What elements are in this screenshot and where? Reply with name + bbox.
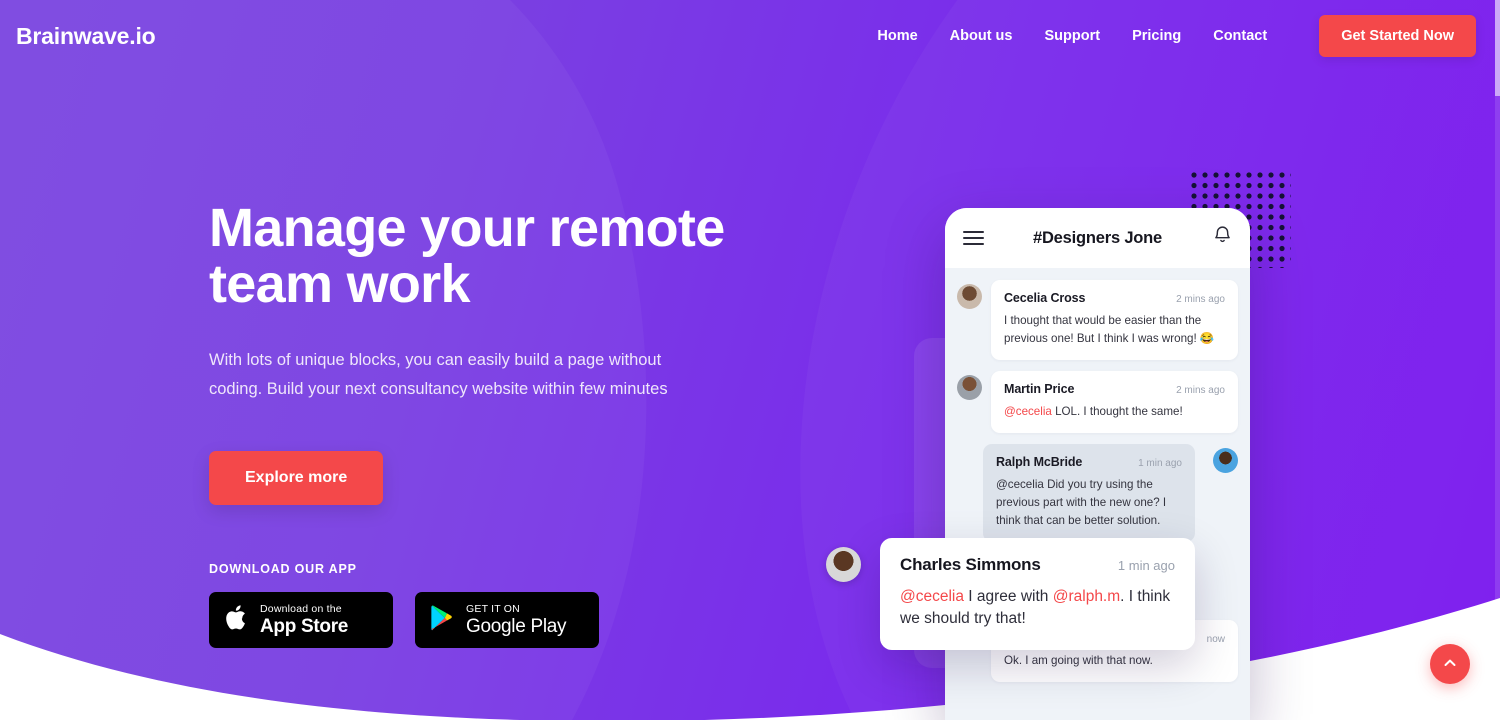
message-text-middle: I agree with [963,588,1053,605]
site-header: Brainwave.io Home About us Support Prici… [0,0,1500,72]
google-play-badge-small: GET IT ON [466,602,520,615]
message-timestamp: 1 min ago [1138,457,1182,469]
hero-subtext: With lots of unique blocks, you can easi… [209,351,668,398]
avatar [957,374,982,400]
nav-item-support[interactable]: Support [1044,28,1100,44]
chat-message: Ralph McBride 1 min ago @cecelia Did you… [957,443,1238,542]
app-store-badge-text: Download on the App Store [260,604,348,637]
app-store-badge-small: Download on the [260,602,342,615]
chat-message: Martin Price 2 mins ago @cecelia LOL. I … [957,370,1238,433]
message-text: @cecelia I agree with @ralph.m. I think … [900,586,1175,630]
message-bubble: Cecelia Cross 2 mins ago I thought that … [991,280,1238,360]
download-app-label: DOWNLOAD OUR APP [209,562,357,577]
mention-link[interactable]: @cecelia [1004,405,1052,418]
highlighted-message-card: Charles Simmons 1 min ago @cecelia I agr… [880,538,1195,650]
nav-item-about-us[interactable]: About us [950,28,1013,44]
hero-content: Manage your remote team work With lots o… [209,198,769,649]
avatar [826,547,861,582]
chevron-up-icon [1442,655,1458,674]
chat-header: #Designers Jone [945,208,1250,268]
nav-item-pricing[interactable]: Pricing [1132,28,1181,44]
google-play-badge-big: Google Play [466,616,567,638]
message-author: Charles Simmons [900,555,1041,574]
explore-more-button[interactable]: Explore more [209,451,384,506]
apple-icon [224,603,249,637]
message-text: @cecelia LOL. I thought the same! [1004,403,1225,421]
message-text: Ok. I am going with that now. [1004,653,1153,667]
message-author: Martin Price [1004,381,1075,396]
app-store-badge-big: App Store [260,616,349,638]
message-timestamp: now [1206,633,1225,645]
chat-message: Cecelia Cross 2 mins ago I thought that … [957,280,1238,360]
google-play-badge-text: GET IT ON Google Play [466,602,567,638]
bell-icon[interactable] [1213,225,1232,251]
mention-link-cecelia[interactable]: @cecelia [900,588,964,605]
message-header: Ralph McBride 1 min ago [996,455,1182,469]
page-scrollbar-thumb[interactable] [1495,0,1500,96]
message-text-rest: LOL. I thought the same! [1051,404,1183,418]
message-header: Charles Simmons 1 min ago [900,555,1175,575]
app-store-badges: Download on the App Store GET IT ON Goog… [209,592,769,649]
nav-item-contact[interactable]: Contact [1213,28,1267,44]
message-text: I thought that would be easier than the … [1004,314,1215,345]
message-header: Martin Price 2 mins ago [1004,382,1225,396]
brand-logo[interactable]: Brainwave.io [16,23,156,50]
page-scrollbar[interactable] [1495,0,1500,720]
google-play-badge[interactable]: GET IT ON Google Play [415,592,599,649]
message-timestamp: 2 mins ago [1176,294,1225,305]
message-timestamp: 2 mins ago [1176,384,1225,396]
main-navigation: Home About us Support Pricing Contact Ge… [877,15,1476,57]
message-bubble: Ralph McBride 1 min ago @cecelia Did you… [983,443,1195,542]
hamburger-menu-icon[interactable] [963,231,984,245]
landing-page: Brainwave.io Home About us Support Prici… [0,0,1500,720]
message-author: Ralph McBride [996,454,1083,469]
message-header: Cecelia Cross 2 mins ago [1004,291,1225,305]
message-timestamp: 1 min ago [1117,558,1175,573]
google-play-icon [430,604,455,637]
page-title: Manage your remote team work [209,198,725,315]
chat-message-list[interactable]: Cecelia Cross 2 mins ago I thought that … [945,268,1250,720]
avatar [957,284,982,309]
message-text: @cecelia Did you try using the previous … [996,477,1167,527]
nav-item-home[interactable]: Home [877,28,917,44]
avatar [1213,447,1238,473]
message-author: Cecelia Cross [1004,291,1086,305]
message-bubble: Martin Price 2 mins ago @cecelia LOL. I … [991,370,1238,433]
mention-link-ralph[interactable]: @ralph.m [1053,588,1120,605]
scroll-to-top-button[interactable] [1430,644,1470,684]
app-store-badge[interactable]: Download on the App Store [209,592,393,649]
chat-channel-title: #Designers Jone [1032,228,1163,247]
get-started-button[interactable]: Get Started Now [1319,15,1476,57]
